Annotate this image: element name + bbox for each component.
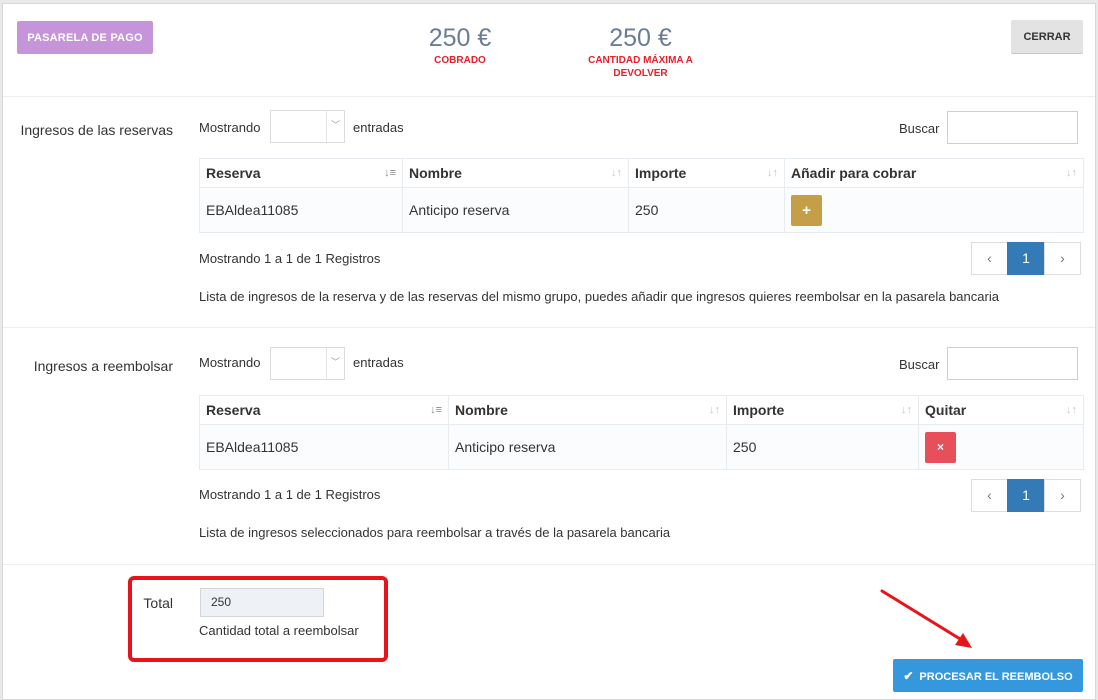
cell-nombre: Anticipo reserva (448, 424, 727, 470)
pagination-prev-button[interactable]: ‹ (971, 479, 1008, 512)
max-refund-label-line1: CANTIDAD MÁXIMA A (588, 55, 693, 66)
entries-label: entradas (353, 355, 404, 370)
cell-importe: 250 (628, 187, 785, 233)
column-header-reserva[interactable]: Reserva ↓≡ (199, 158, 403, 188)
help-text: Lista de ingresos seleccionados para ree… (199, 525, 671, 540)
section-label-ingresos-reservas: Ingresos de las reservas (20, 122, 173, 138)
column-header-label: Nombre (409, 165, 462, 181)
column-header-label: Añadir para cobrar (791, 165, 917, 181)
max-refund-label-line2: DEVOLVER (613, 68, 668, 79)
cell-action: + (784, 187, 1084, 233)
cobrado-amount: 250 € (428, 24, 492, 52)
column-header-label: Reserva (206, 165, 261, 181)
divider (3, 327, 1095, 328)
entries-label: entradas (353, 120, 404, 135)
reservas-table: Reserva ↓≡ Nombre ↓↑ Importe ↓↑ Añadir para… (199, 158, 1084, 233)
pagination-page-button[interactable]: 1 (1007, 479, 1045, 512)
column-header-anadir[interactable]: Añadir para cobrar ↓↑ (784, 158, 1084, 188)
showing-label: Mostrando (199, 355, 261, 370)
table-row: EBAldea11085 Anticipo reserva 250 + (199, 187, 1084, 233)
sort-icon: ↓↑ (901, 404, 912, 416)
column-header-importe[interactable]: Importe ↓↑ (628, 158, 785, 188)
sort-icon: ↓↑ (611, 167, 622, 179)
pagination: ‹ 1 › (971, 479, 1083, 512)
column-header-nombre[interactable]: Nombre ↓↑ (448, 395, 727, 425)
column-header-label: Reserva (206, 402, 261, 418)
check-icon: ✔ (903, 668, 914, 683)
section-label-ingresos-reembolsar: Ingresos a reembolsar (33, 358, 173, 374)
column-header-importe[interactable]: Importe ↓↑ (726, 395, 919, 425)
help-text: Lista de ingresos de la reserva y de las… (199, 289, 999, 304)
search-label: Buscar (899, 357, 940, 372)
cobrado-stat: 250 € COBRADO (415, 24, 505, 67)
pagination-page-button[interactable]: 1 (1007, 242, 1045, 275)
cobrado-label: COBRADO (434, 55, 486, 66)
showing-label: Mostrando (199, 120, 261, 135)
sort-asc-icon: ↓≡ (430, 404, 442, 416)
table-header-row: Reserva ↓≡ Nombre ↓↑ Importe ↓↑ Quitar ↓↑ (199, 395, 1084, 425)
column-header-label: Quitar (925, 402, 967, 418)
pasarela-de-pago-button[interactable]: PASARELA DE PAGO (17, 21, 153, 54)
max-refund-amount: 250 € (609, 24, 672, 52)
search-input-reservas[interactable] (947, 111, 1078, 144)
sort-icon: ↓↑ (1066, 404, 1077, 416)
table-info: Mostrando 1 a 1 de 1 Registros (199, 251, 381, 266)
cell-action: × (918, 424, 1084, 470)
search-label: Buscar (899, 121, 940, 136)
chevron-down-icon: ﹀ (326, 348, 344, 379)
divider (3, 96, 1095, 97)
sort-icon: ↓↑ (767, 167, 778, 179)
column-header-quitar[interactable]: Quitar ↓↑ (918, 395, 1084, 425)
divider (3, 564, 1095, 565)
sort-icon: ↓↑ (709, 404, 720, 416)
entries-length-select[interactable]: ﹀ (270, 110, 345, 143)
pagination: ‹ 1 › (971, 242, 1083, 275)
remove-button[interactable]: × (925, 431, 956, 463)
cell-reserva: EBAldea11085 (199, 187, 403, 233)
process-refund-button[interactable]: ✔ PROCESAR EL REEMBOLSO (893, 659, 1083, 692)
column-header-nombre[interactable]: Nombre ↓↑ (402, 158, 629, 188)
cell-nombre: Anticipo reserva (402, 187, 629, 233)
reembolsar-table: Reserva ↓≡ Nombre ↓↑ Importe ↓↑ Quitar ↓↑ EB… (199, 395, 1084, 470)
table-info: Mostrando 1 a 1 de 1 Registros (199, 487, 381, 502)
cell-importe: 250 (726, 424, 919, 470)
add-to-charge-button[interactable]: + (791, 194, 822, 226)
table-row: EBAldea11085 Anticipo reserva 250 × (199, 424, 1084, 470)
close-button[interactable]: CERRAR (1011, 20, 1083, 53)
pagination-next-button[interactable]: › (1044, 242, 1081, 275)
annotation-highlight-box (128, 576, 388, 662)
column-header-label: Importe (635, 165, 687, 181)
max-refund-stat: 250 € CANTIDAD MÁXIMA A DEVOLVER (573, 24, 708, 80)
chevron-down-icon: ﹀ (326, 111, 344, 142)
entries-length-select[interactable]: ﹀ (270, 347, 345, 380)
pagination-prev-button[interactable]: ‹ (971, 242, 1008, 275)
column-header-label: Importe (733, 402, 785, 418)
refund-modal: PASARELA DE PAGO 250 € COBRADO 250 € CAN… (2, 3, 1096, 700)
process-refund-label: PROCESAR EL REEMBOLSO (919, 670, 1073, 683)
sort-icon: ↓↑ (1066, 167, 1077, 179)
column-header-label: Nombre (455, 402, 508, 418)
table-header-row: Reserva ↓≡ Nombre ↓↑ Importe ↓↑ Añadir para… (199, 158, 1084, 188)
max-refund-label: CANTIDAD MÁXIMA A DEVOLVER (573, 54, 708, 80)
column-header-reserva[interactable]: Reserva ↓≡ (199, 395, 449, 425)
cell-reserva: EBAldea11085 (199, 424, 449, 470)
pagination-next-button[interactable]: › (1044, 479, 1081, 512)
sort-asc-icon: ↓≡ (384, 167, 396, 179)
search-input-reembolsar[interactable] (947, 347, 1078, 380)
